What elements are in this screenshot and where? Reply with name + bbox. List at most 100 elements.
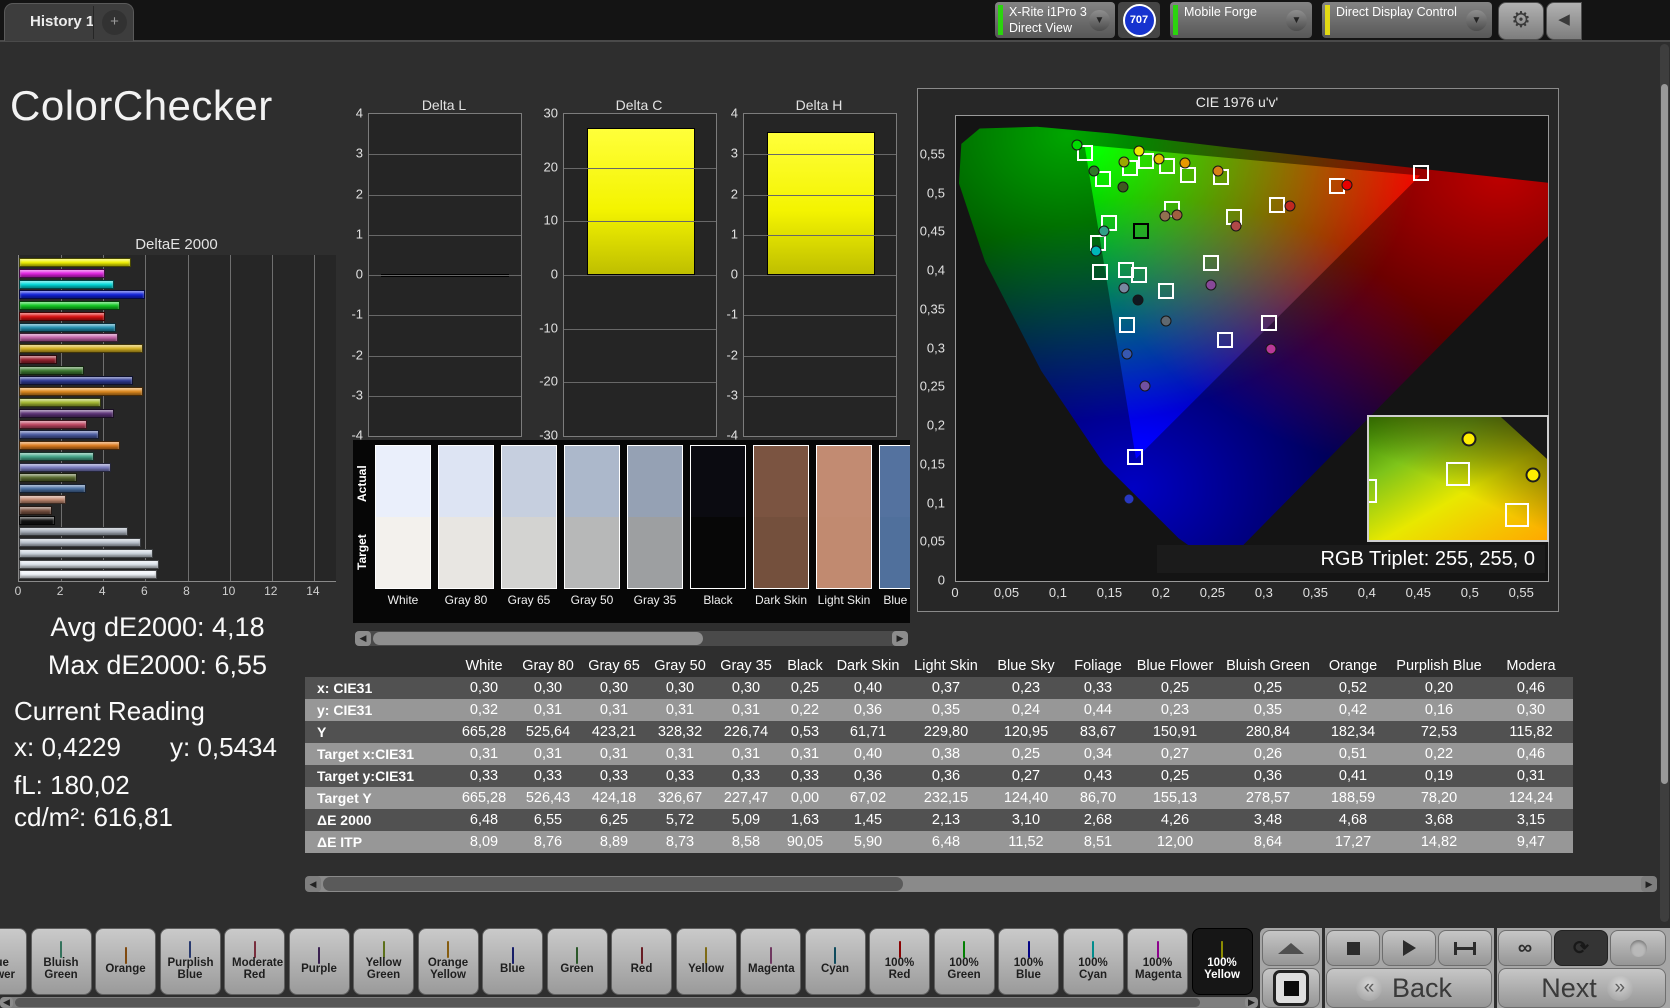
table-row-label: y: CIE31 <box>305 699 453 721</box>
table-scrollbar[interactable]: ◀ ▶ <box>305 876 1657 892</box>
patch-button-purple[interactable]: Purple <box>289 928 350 995</box>
patch-button-blue-flower[interactable]: Blue Flower <box>0 928 27 995</box>
table-row-x-cie31: x: CIE310,300,300,300,300,300,250,400,37… <box>305 677 1573 699</box>
scroll-left-icon[interactable]: ◀ <box>305 876 321 892</box>
chevron-down-icon[interactable]: ▼ <box>1089 10 1110 31</box>
results-table: WhiteGray 80Gray 65Gray 50Gray 35BlackDa… <box>305 655 1573 853</box>
scroll-right-icon[interactable]: ▶ <box>892 631 908 646</box>
cie-target-point <box>1180 167 1196 183</box>
table-cell: 0,53 <box>779 721 831 743</box>
swatch-scrollbar[interactable]: ◀ ▶ <box>355 631 908 646</box>
table-cell: 0,25 <box>1131 765 1219 787</box>
de2000-gridline <box>314 255 315 581</box>
patch-swatch <box>447 941 449 958</box>
table-cell: 0,30 <box>581 677 647 699</box>
patch-button-label: Orange Yellow <box>425 957 472 982</box>
cie-utick-label: 0,55 <box>1509 585 1534 600</box>
meter-mobile-forge-dropdown[interactable]: Mobile Forge ▼ <box>1170 2 1312 38</box>
patch-button-yellow-green[interactable]: Yellow Green <box>353 928 414 995</box>
patch-button-100-red[interactable]: 100% Red <box>869 928 930 995</box>
patch-button-label: Blue <box>489 963 536 975</box>
stop-pattern-button[interactable] <box>1262 968 1320 1008</box>
patch-button-100-green[interactable]: 100% Green <box>934 928 995 995</box>
back-label: Back <box>1392 973 1452 1004</box>
delta-h-gridline <box>744 154 896 155</box>
single-read-button[interactable] <box>1610 930 1666 966</box>
patch-button-yellow[interactable]: Yellow <box>676 928 737 995</box>
swatch-gray-80: Gray 80 <box>438 445 494 607</box>
swatch-label: Black <box>690 593 746 607</box>
patch-button-label: Yellow Green <box>360 957 407 982</box>
vertical-scrollbar-thumb[interactable] <box>1661 84 1668 784</box>
scroll-right-icon[interactable]: ▶ <box>1245 997 1258 1008</box>
chevron-down-icon[interactable]: ▼ <box>1466 10 1487 31</box>
de2000-plot <box>18 255 336 582</box>
patch-button-100-blue[interactable]: 100% Blue <box>998 928 1059 995</box>
scroll-left-icon[interactable]: ◀ <box>0 997 13 1008</box>
delta-h-gridline <box>744 275 896 276</box>
de2000-bar-blue <box>19 376 133 385</box>
table-scrollbar-thumb[interactable] <box>323 877 903 891</box>
patch-button-bluish-green[interactable]: Bluish Green <box>31 928 92 995</box>
patch-button-cyan[interactable]: Cyan <box>805 928 866 995</box>
table-cell: 5,90 <box>831 831 905 853</box>
patch-button-100-yellow[interactable]: 100% Yellow <box>1192 928 1253 995</box>
scroll-up-button[interactable] <box>1262 930 1320 966</box>
settings-button[interactable]: ⚙ <box>1498 2 1544 40</box>
swatch-scrollbar-thumb[interactable] <box>373 632 703 645</box>
patch-button-purplish-blue[interactable]: Purplish Blue <box>160 928 221 995</box>
delta-c-tick-label: 20 <box>544 159 558 174</box>
patch-strip-scrollbar-thumb[interactable] <box>15 998 1200 1007</box>
cie-utick-label: 0,45 <box>1406 585 1431 600</box>
patch-button-100-magenta[interactable]: 100% Magenta <box>1127 928 1188 995</box>
table-cell: 0,34 <box>1065 743 1131 765</box>
collapse-panel-button[interactable]: ◀ <box>1546 2 1582 40</box>
patch-button-100-cyan[interactable]: 100% Cyan <box>1063 928 1124 995</box>
table-cell: 0,36 <box>905 765 987 787</box>
meter-direct-display-dropdown[interactable]: Direct Display Control ▼ <box>1322 2 1492 38</box>
table-cell: 0,33 <box>1065 677 1131 699</box>
scroll-right-icon[interactable]: ▶ <box>1641 876 1657 892</box>
patch-button-label: Cyan <box>812 963 859 975</box>
table-cell: 0,40 <box>831 677 905 699</box>
delta-l-gridline <box>369 315 521 316</box>
delta-c-tick-label: 10 <box>544 213 558 228</box>
back-button[interactable]: « Back <box>1326 968 1492 1008</box>
cie-title: CIE 1976 u'v' <box>917 94 1557 110</box>
meter-xrite-dropdown[interactable]: X-Rite i1Pro 3 Direct View ▼ <box>995 2 1115 38</box>
scroll-left-icon[interactable]: ◀ <box>355 631 371 646</box>
patch-button-label: Purple <box>296 963 343 975</box>
de2000-bar-purplish-blue <box>19 430 99 439</box>
patch-button-red[interactable]: Red <box>611 928 672 995</box>
stop-icon <box>1347 942 1360 955</box>
table-cell: 0,00 <box>779 787 831 809</box>
tab-history-1[interactable]: History 1 <box>18 13 94 30</box>
chevron-down-icon[interactable]: ▼ <box>1286 10 1307 31</box>
patch-swatch <box>254 941 256 958</box>
table-cell: 227,47 <box>713 787 779 809</box>
table-col-header-gray-65: Gray 65 <box>581 655 647 677</box>
patch-button-orange-yellow[interactable]: Orange Yellow <box>418 928 479 995</box>
play-button[interactable] <box>1382 930 1436 966</box>
patch-button-magenta[interactable]: Magenta <box>740 928 801 995</box>
table-cell: 0,31 <box>515 743 581 765</box>
patch-button-orange[interactable]: Orange <box>95 928 156 995</box>
patch-strip-scrollbar[interactable]: ◀ ▶ <box>0 997 1258 1008</box>
table-corner-cell <box>305 655 453 677</box>
table-cell: 0,30 <box>713 677 779 699</box>
cie-vtick-label: 0,55 <box>920 146 945 161</box>
patch-button-moderate-red[interactable]: Moderate Red <box>224 928 285 995</box>
next-button[interactable]: Next » <box>1498 968 1666 1008</box>
add-tab-button[interactable]: + <box>102 10 127 35</box>
delta-l-tick-label: 0 <box>356 267 363 282</box>
stop-button[interactable] <box>1326 930 1380 966</box>
patch-button-label: Orange <box>102 963 149 975</box>
patch-button-green[interactable]: Green <box>547 928 608 995</box>
table-cell: 3,10 <box>987 809 1065 831</box>
delta-h-ticks: 43210-1-2-3-4 <box>717 113 743 435</box>
patch-button-blue[interactable]: Blue <box>482 928 543 995</box>
vertical-scrollbar[interactable] <box>1660 44 1669 922</box>
continuous-read-button[interactable]: ∞ <box>1498 930 1552 966</box>
range-read-button[interactable] <box>1438 930 1492 966</box>
loop-read-button-active[interactable]: ⟳ <box>1554 930 1608 966</box>
